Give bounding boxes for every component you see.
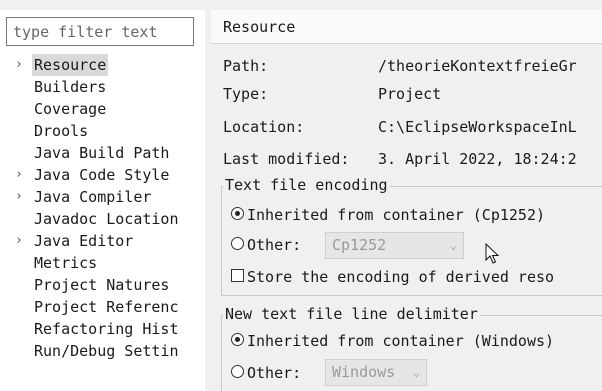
encoding-other-option[interactable]: Other: [231,233,301,257]
type-value: Project [378,85,442,103]
delimiter-other-option[interactable]: Other: [231,361,301,385]
tree-item[interactable]: Javadoc Location [0,208,205,230]
tree-item[interactable]: › Resource [0,54,205,76]
tree-item-label: Drools [34,122,89,140]
tree-item-label: Builders [34,78,107,96]
tree-item[interactable]: Drools [0,120,205,142]
mouse-cursor-icon [485,243,500,264]
radio-selected-icon[interactable] [231,333,244,346]
delimiter-inherited-option[interactable]: Inherited from container (Windows) [231,329,554,353]
radio-selected-icon[interactable] [231,207,244,220]
chevron-right-icon[interactable]: › [15,164,27,186]
tree-item[interactable]: Coverage [0,98,205,120]
store-derived-encoding-label: Store the encoding of derived reso [247,268,555,286]
type-label: Type: [223,85,269,103]
tree-item[interactable]: › Java Editor [0,230,205,252]
tree-item-label: Java Editor [34,232,134,250]
preferences-navigation-pane: ›ResourceBuildersCoverageDroolsJava Buil… [0,10,205,391]
tree-item[interactable]: › Java Code Style [0,164,205,186]
delimiter-other-value: Windows [332,363,396,381]
tree-item-label: Java Compiler [34,188,152,206]
tree-item-label: Project Natures [34,276,170,294]
line-delimiter-legend: New text file line delimiter [223,303,480,325]
chevron-right-icon[interactable]: › [15,54,27,76]
chevron-right-icon[interactable]: › [15,186,27,208]
encoding-other-label: Other: [247,236,302,254]
filter-input[interactable] [6,17,194,46]
radio-unselected-icon[interactable] [231,237,244,250]
page-title: Resource [211,10,602,44]
last-modified-label: Last modified: [223,150,350,168]
path-label: Path: [223,57,269,75]
tree-item[interactable]: › Java Compiler [0,186,205,208]
tree-item-label: Javadoc Location [34,210,179,228]
tree-item-label: Run/Debug Settin [34,342,179,360]
encoding-inherited-option[interactable]: Inherited from container (Cp1252) [231,203,545,227]
checkbox-icon[interactable] [231,269,244,282]
delimiter-inherited-label: Inherited from container (Windows) [247,332,555,350]
tree-item[interactable]: Java Build Path [0,142,205,164]
location-value: C:\EclipseWorkspaceInL [378,118,577,136]
tree-item-label: Java Code Style [34,166,170,184]
path-value: /theorieKontextfreieGr [378,57,577,75]
encoding-inherited-label: Inherited from container (Cp1252) [247,206,546,224]
chevron-down-icon: ⌄ [412,365,420,379]
encoding-other-value: Cp1252 [332,236,387,254]
tree-item-label: Metrics [34,254,98,272]
tree-item-label: Java Build Path [34,144,170,162]
properties-page: Resource Path: /theorieKontextfreieGr Ty… [211,0,602,391]
tree-item-label: Resource [32,54,109,76]
delimiter-other-label: Other: [247,364,302,382]
encoding-other-combo[interactable]: Cp1252 ⌄ [325,232,464,259]
tree-item[interactable]: Run/Debug Settin [0,340,205,362]
text-file-encoding-legend: Text file encoding [223,174,390,196]
tree-item-label: Coverage [34,100,107,118]
tree-item[interactable]: Metrics [0,252,205,274]
tree-item[interactable]: Refactoring Hist [0,318,205,340]
location-label: Location: [223,118,305,136]
last-modified-value: 3. April 2022, 18:24:2 [378,150,577,168]
tree-item[interactable]: Project Referenc [0,296,205,318]
delimiter-other-combo[interactable]: Windows ⌄ [325,359,427,386]
tree-item[interactable]: Builders [0,76,205,98]
chevron-right-icon[interactable]: › [15,230,27,252]
store-derived-encoding-option[interactable]: Store the encoding of derived reso [231,265,554,289]
tree-item-label: Project Referenc [34,298,179,316]
tree-item-label: Refactoring Hist [34,320,179,338]
radio-unselected-icon[interactable] [231,365,244,378]
chevron-down-icon: ⌄ [449,238,457,252]
tree-item[interactable]: Project Natures [0,274,205,296]
